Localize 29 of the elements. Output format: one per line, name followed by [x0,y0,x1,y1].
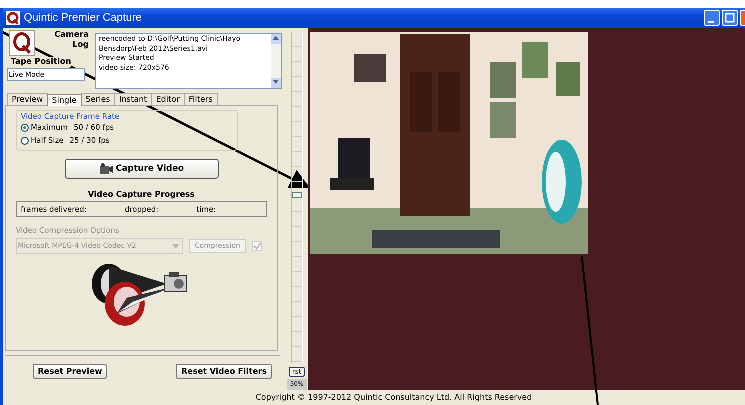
app-icon [6,11,20,25]
camera-icon [98,163,113,175]
tab[interactable]: Series [80,93,116,105]
radio-button[interactable] [21,124,29,132]
tab[interactable]: Preview [7,93,48,105]
maximize-button[interactable] [722,10,738,26]
tab[interactable]: Editor [151,93,185,105]
zoom-slider[interactable] [292,192,302,198]
window-title: Quintic Premier Capture [24,12,142,24]
progress-title: Video Capture Progress [87,190,196,199]
caret-icon [172,244,180,248]
scroll-up-icon[interactable] [273,36,279,40]
minimize-button[interactable] [704,10,720,26]
tab[interactable]: Single [47,94,82,106]
tab[interactable]: Instant [114,93,152,105]
logo-icon [9,30,35,56]
close-button[interactable] [740,10,745,26]
reset-preview-button[interactable]: Reset Preview [33,364,108,379]
minimize-icon [708,21,714,23]
tab[interactable]: Filters [184,93,218,105]
capture-video-button[interactable]: Capture Video [64,159,218,179]
radio-button[interactable] [21,136,29,144]
reset-video-filters-button[interactable]: Reset Video Filters [176,364,272,379]
camera-label: Camera [54,30,89,40]
maximize-icon [725,13,735,23]
log-label: Log [72,40,89,50]
copyright-text: Copyright © 1997-2012 Quintic Consultancy Ltd. All Rights Reserved [256,393,532,402]
scrollbar[interactable] [271,34,281,88]
scroll-down-icon[interactable] [273,80,279,84]
